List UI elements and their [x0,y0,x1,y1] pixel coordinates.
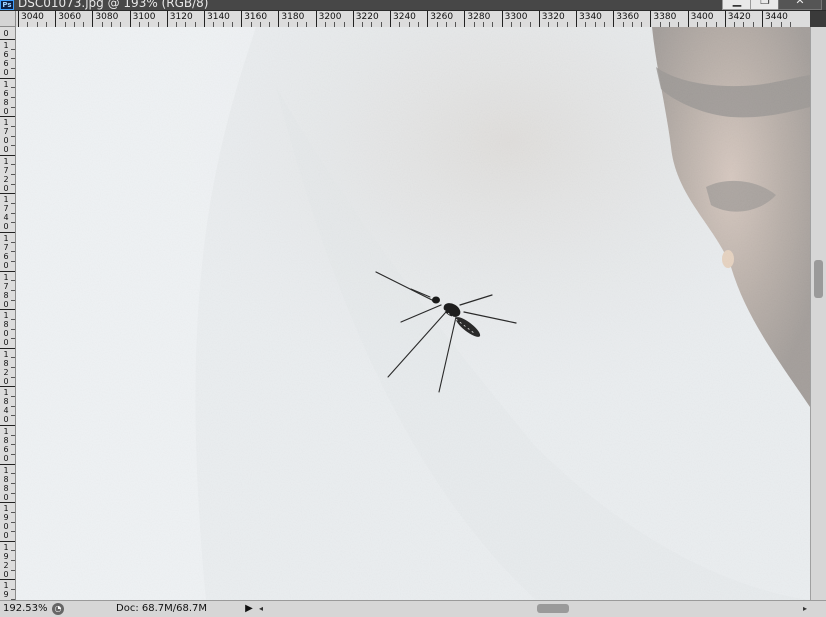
ruler-h-label: 3040 [21,12,44,22]
ruler-h-label: 3420 [727,12,751,22]
ruler-h-label: 3180 [281,12,305,22]
ruler-v-label: 1 6 6 0 [3,41,9,77]
ruler-h-major-tick [613,11,615,27]
ruler-v-label: 1 6 8 0 [3,79,9,116]
ruler-v-major-tick [0,232,15,233]
scroll-right-arrow-icon[interactable]: ▸ [800,601,810,617]
ruler-v-major-tick [0,39,15,40]
ruler-h-label: 3440 [765,12,788,22]
ruler-h-label: 3120 [169,12,193,22]
ruler-v-major-tick [0,309,15,311]
horizontal-ruler[interactable]: 3040 3060 3080 3100 3120 3140 3160 3180 3200 3220… [16,11,810,28]
status-menu-arrow-icon[interactable]: ▶ [243,602,255,616]
ruler-v-major-tick [0,270,15,272]
ruler-h-major-tick [204,11,205,27]
ruler-v-label: 1 7 4 0 [3,195,9,232]
ruler-v-label: 1 9 0 0 [3,504,9,541]
document-size-info: Doc: 68.7M/68.7M [116,603,208,614]
ruler-h-major-tick [92,11,94,27]
ruler-v-major-tick [0,502,15,504]
ruler-h-label: 3380 [653,12,677,22]
ruler-v-major-tick [0,463,15,465]
ruler-h-major-tick [278,11,280,27]
ruler-v-label: 1 8 8 0 [3,465,9,502]
ruler-v-label: 1 9 4 0 [3,581,9,600]
ruler-h-major-tick [576,11,577,27]
ruler-v-label: 1 8 2 0 [3,349,9,386]
scroll-left-arrow-icon[interactable]: ◂ [256,601,266,617]
ruler-v-major-tick [0,579,15,581]
ruler-v-major-tick [0,540,15,542]
ruler-v-label: 1 7 2 0 [3,156,9,193]
ruler-h-major-tick [464,11,466,27]
ruler-h-major-tick [166,11,168,27]
ruler-v-label: 0 [3,29,9,38]
status-bar: 192.53% ◔ Doc: 68.7M/68.7M ▶ ◂ ▸ [0,600,826,617]
ruler-v-label: 1 7 6 0 [3,234,9,270]
ruler-h-label: 3160 [244,12,268,22]
vertical-ruler[interactable]: 0 1 6 6 0 1 6 8 0 1 7 0 01 7 2 0 1 7 4 0 1 7 … [0,27,16,600]
ruler-h-major-tick [241,11,243,27]
ruler-h-major-tick [650,11,652,27]
ruler-h-major-tick [762,11,763,27]
ruler-v-major-tick [0,116,15,118]
ruler-h-label: 3360 [616,12,640,22]
ruler-h-label: 3220 [355,12,379,22]
photo-content [16,27,810,600]
ruler-v-label: 1 7 0 0 [3,118,9,155]
ruler-v-label: 1 8 0 0 [3,311,9,348]
ruler-h-major-tick [18,11,19,27]
minimize-button[interactable]: ▁ [722,0,752,10]
ruler-h-major-tick [129,11,131,27]
horizontal-scrollbar[interactable]: ◂ ▸ [256,601,810,617]
ruler-h-label: 3100 [132,12,156,22]
ruler-h-label: 3320 [541,12,565,22]
ruler-h-label: 3280 [467,12,491,22]
document-title: DSC01073.jpg @ 193% (RGB/8) [18,0,209,10]
ruler-h-major-tick [352,11,354,27]
ruler-h-major-tick [538,11,540,27]
restore-button[interactable]: ❐ [750,0,780,10]
ruler-h-label: 3060 [58,12,82,22]
ruler-v-label: 1 9 2 0 [3,542,9,579]
ruler-h-label: 3260 [430,12,454,22]
title-bar: Ps DSC01073.jpg @ 193% (RGB/8) ▁ ❐ ✕ [0,0,826,11]
vertical-scroll-thumb[interactable] [814,260,823,298]
ruler-h-label: 3300 [504,12,528,22]
ruler-v-major-tick [0,386,15,388]
ruler-v-major-tick [0,347,15,349]
ruler-v-major-tick [0,193,15,195]
horizontal-scroll-thumb[interactable] [537,604,569,613]
ruler-h-label: 3400 [690,12,714,22]
ruler-h-major-tick [55,11,57,27]
zoom-level-field[interactable]: 192.53% [0,601,50,617]
ruler-h-label: 3140 [207,12,230,22]
ruler-h-major-tick [315,11,317,27]
image-canvas[interactable] [16,27,810,600]
status-circle-icon[interactable]: ◔ [52,603,64,615]
close-button[interactable]: ✕ [778,0,822,10]
ruler-v-label: 1 8 4 0 [3,388,9,425]
ruler-h-major-tick [724,11,726,27]
ruler-v-major-tick [0,154,15,156]
ruler-h-major-tick [501,11,503,27]
ruler-h-label: 3240 [393,12,416,22]
ruler-h-major-tick [687,11,689,27]
ruler-h-major-tick [427,11,429,27]
ruler-v-label: 1 8 6 0 [3,427,9,463]
photoshop-logo-icon: Ps [0,0,14,10]
vertical-scrollbar[interactable] [810,27,826,600]
ruler-v-label: 1 7 8 0 [3,272,9,309]
ruler-h-label: 3340 [579,12,602,22]
ruler-v-major-tick [0,425,15,426]
ruler-h-major-tick [390,11,391,27]
ruler-h-label: 3200 [318,12,342,22]
ruler-h-label: 3080 [95,12,119,22]
ruler-v-major-tick [0,77,15,79]
ruler-corner[interactable] [0,11,16,27]
